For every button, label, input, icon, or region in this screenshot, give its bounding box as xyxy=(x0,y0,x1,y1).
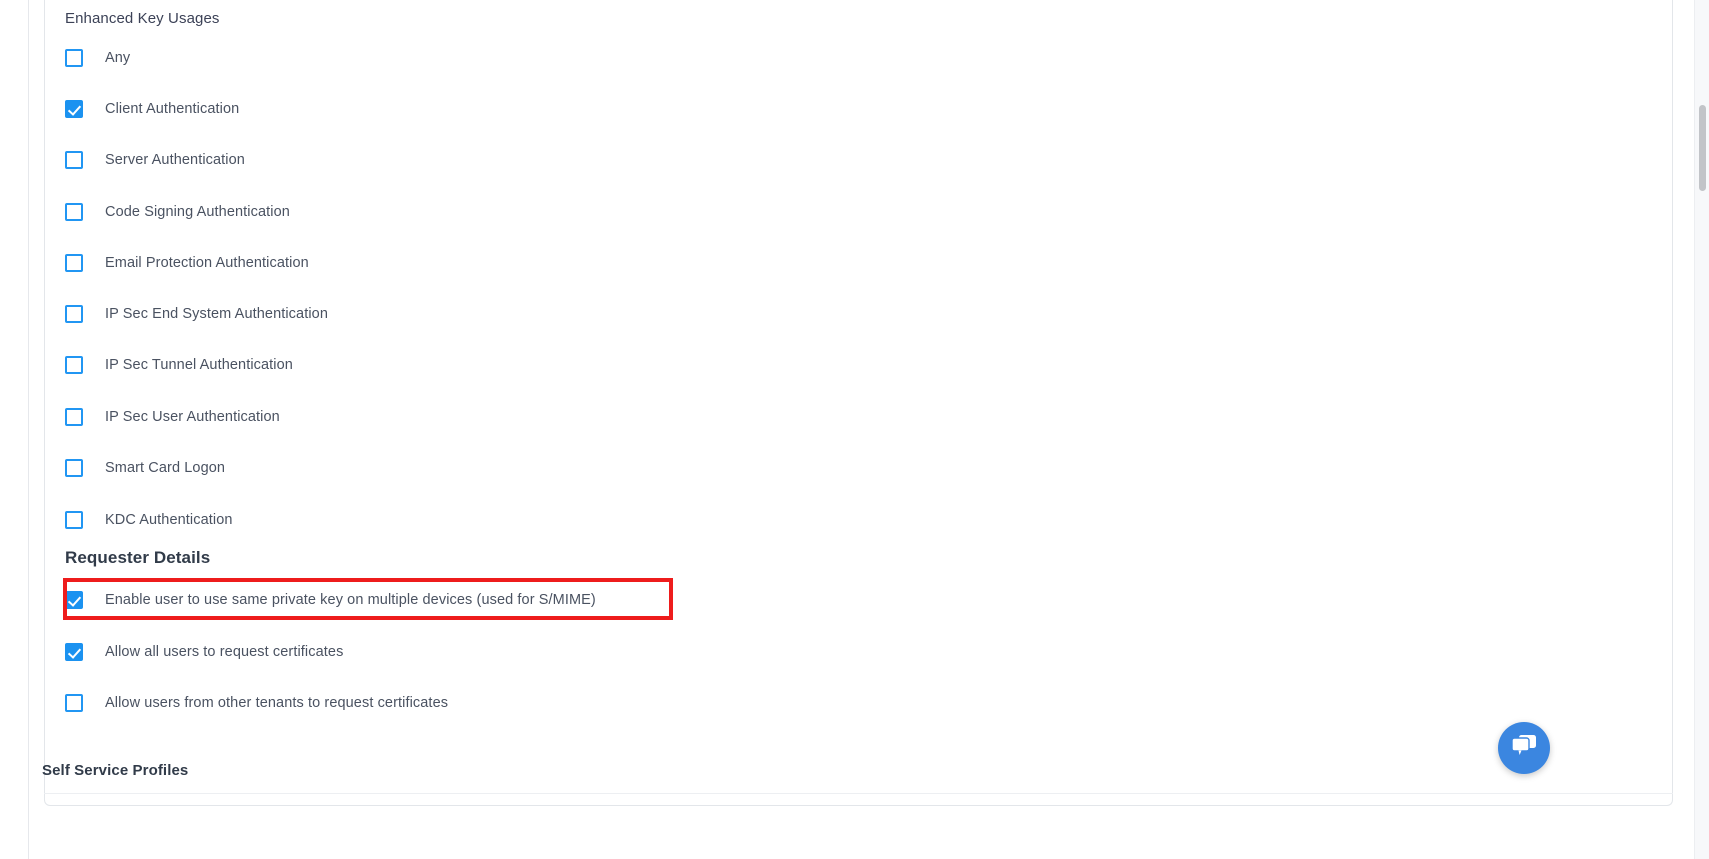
checkbox-row-code-signing-authentication[interactable]: Code Signing Authentication xyxy=(65,202,290,222)
checkbox-row-kdc-authentication[interactable]: KDC Authentication xyxy=(65,510,233,530)
checkbox-row-client-authentication[interactable]: Client Authentication xyxy=(65,99,239,119)
settings-page: Enhanced Key Usages Any Client Authentic… xyxy=(0,0,1709,859)
checkbox-same-private-key-multiple-devices[interactable] xyxy=(65,591,83,609)
checkbox-label-ip-sec-end-system-authentication: IP Sec End System Authentication xyxy=(105,306,328,322)
checkbox-server-authentication[interactable] xyxy=(65,151,83,169)
checkbox-label-allow-all-users-request-certificates: Allow all users to request certificates xyxy=(105,644,344,660)
checkbox-row-email-protection-authentication[interactable]: Email Protection Authentication xyxy=(65,253,309,273)
checkbox-label-kdc-authentication: KDC Authentication xyxy=(105,512,233,528)
checkbox-row-same-private-key-multiple-devices[interactable]: Enable user to use same private key on m… xyxy=(65,590,596,610)
checkbox-label-client-authentication: Client Authentication xyxy=(105,101,240,117)
checkbox-client-authentication[interactable] xyxy=(65,100,83,118)
checkbox-row-ip-sec-user-authentication[interactable]: IP Sec User Authentication xyxy=(65,407,280,427)
checkbox-any[interactable] xyxy=(65,49,83,67)
page-scrollbar-thumb[interactable] xyxy=(1699,105,1706,191)
section-divider xyxy=(44,793,1673,794)
page-scrollbar[interactable] xyxy=(1694,0,1709,859)
section-title-self-service-profiles: Self Service Profiles xyxy=(42,762,189,779)
checkbox-label-ip-sec-tunnel-authentication: IP Sec Tunnel Authentication xyxy=(105,357,293,373)
checkbox-row-ip-sec-tunnel-authentication[interactable]: IP Sec Tunnel Authentication xyxy=(65,355,293,375)
chat-widget-button[interactable] xyxy=(1498,722,1550,774)
section-title-requester-details: Requester Details xyxy=(65,548,211,567)
checkbox-row-any[interactable]: Any xyxy=(65,48,130,68)
checkbox-label-email-protection-authentication: Email Protection Authentication xyxy=(105,255,309,271)
checkbox-row-allow-all-users-request-certificates[interactable]: Allow all users to request certificates xyxy=(65,642,343,662)
checkbox-ip-sec-end-system-authentication[interactable] xyxy=(65,305,83,323)
checkbox-smart-card-logon[interactable] xyxy=(65,459,83,477)
checkbox-ip-sec-tunnel-authentication[interactable] xyxy=(65,356,83,374)
checkbox-row-ip-sec-end-system-authentication[interactable]: IP Sec End System Authentication xyxy=(65,304,328,324)
checkbox-row-allow-other-tenants-request-certificates[interactable]: Allow users from other tenants to reques… xyxy=(65,693,448,713)
section-title-enhanced-key-usages: Enhanced Key Usages xyxy=(65,10,220,27)
chat-bubble-icon xyxy=(1510,733,1538,764)
checkbox-row-smart-card-logon[interactable]: Smart Card Logon xyxy=(65,458,225,478)
checkbox-ip-sec-user-authentication[interactable] xyxy=(65,408,83,426)
checkbox-label-same-private-key-multiple-devices: Enable user to use same private key on m… xyxy=(105,592,596,608)
checkbox-label-allow-other-tenants-request-certificates: Allow users from other tenants to reques… xyxy=(105,695,449,711)
checkbox-label-code-signing-authentication: Code Signing Authentication xyxy=(105,204,290,220)
checkbox-kdc-authentication[interactable] xyxy=(65,511,83,529)
certificate-template-card: Enhanced Key Usages Any Client Authentic… xyxy=(44,0,1673,806)
checkbox-label-server-authentication: Server Authentication xyxy=(105,152,245,168)
checkbox-allow-all-users-request-certificates[interactable] xyxy=(65,643,83,661)
checkbox-allow-other-tenants-request-certificates[interactable] xyxy=(65,694,83,712)
checkbox-row-server-authentication[interactable]: Server Authentication xyxy=(65,150,245,170)
page-left-rail xyxy=(28,0,29,859)
checkbox-label-ip-sec-user-authentication: IP Sec User Authentication xyxy=(105,409,280,425)
checkbox-code-signing-authentication[interactable] xyxy=(65,203,83,221)
checkbox-email-protection-authentication[interactable] xyxy=(65,254,83,272)
checkbox-label-any: Any xyxy=(105,50,131,66)
checkbox-label-smart-card-logon: Smart Card Logon xyxy=(105,460,226,476)
